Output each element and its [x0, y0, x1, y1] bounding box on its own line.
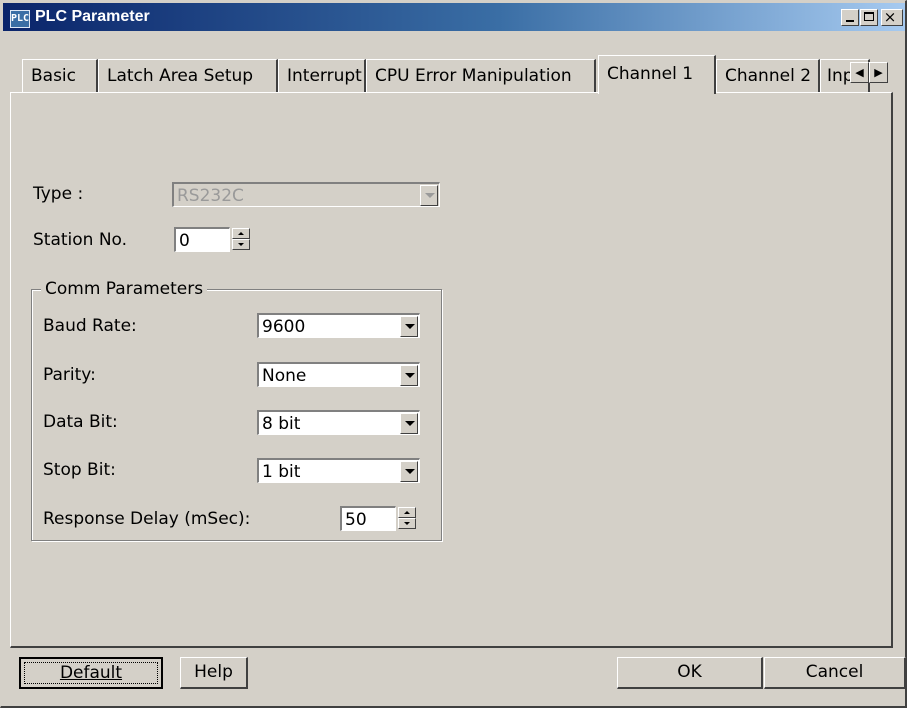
station-no-spinner[interactable] — [232, 228, 252, 252]
spin-down-button[interactable] — [398, 518, 416, 529]
tab-scroll-right-button[interactable]: ▶ — [869, 62, 888, 83]
response-delay-spinner[interactable] — [398, 507, 418, 531]
arrow-right-icon: ▶ — [874, 66, 883, 79]
chevron-down-icon — [405, 324, 415, 329]
maximize-button[interactable] — [860, 9, 878, 26]
cancel-button-label: Cancel — [805, 662, 864, 682]
tab-channel-2[interactable]: Channel 2 — [716, 59, 820, 92]
arrow-down-icon — [238, 243, 244, 246]
arrow-up-icon — [404, 511, 410, 514]
stop-bit-value: 1 bit — [262, 462, 301, 482]
spin-down-button[interactable] — [232, 239, 250, 250]
arrow-left-icon: ◀ — [855, 66, 864, 79]
type-dropdown-button — [420, 185, 438, 206]
tab-latch-area-setup[interactable]: Latch Area Setup — [98, 59, 278, 92]
data-bit-select[interactable]: 8 bit — [257, 410, 420, 435]
parity-value: None — [262, 366, 307, 386]
title-bar[interactable]: PLC PLC Parameter × — [3, 3, 905, 31]
comm-parameters-label: Comm Parameters — [41, 278, 208, 300]
tab-cpu-error-manipulation[interactable]: CPU Error Manipulation — [366, 59, 596, 92]
stop-bit-label: Stop Bit: — [43, 460, 116, 480]
window-title: PLC Parameter — [35, 8, 150, 25]
chevron-down-icon — [405, 373, 415, 378]
station-no-input[interactable]: 0 — [174, 227, 230, 252]
spin-up-button[interactable] — [232, 228, 250, 239]
cancel-button[interactable]: Cancel — [764, 657, 906, 689]
close-icon: × — [883, 8, 897, 26]
baud-rate-select[interactable]: 9600 — [257, 313, 420, 338]
station-no-value: 0 — [179, 231, 190, 251]
stop-bit-dropdown-button[interactable] — [400, 461, 418, 482]
spin-up-button[interactable] — [398, 507, 416, 518]
help-button[interactable]: Help — [180, 657, 248, 689]
arrow-down-icon — [404, 522, 410, 525]
tab-interrupt[interactable]: Interrupt — [278, 59, 366, 92]
baud-rate-value: 9600 — [262, 317, 306, 337]
type-combo: RS232C — [172, 182, 440, 207]
close-button[interactable]: × — [881, 9, 903, 26]
minimize-icon — [846, 20, 854, 22]
default-button[interactable]: Default — [19, 657, 163, 689]
stop-bit-select[interactable]: 1 bit — [257, 458, 420, 483]
parity-label: Parity: — [43, 365, 96, 385]
tab-basic[interactable]: Basic — [22, 59, 98, 92]
tab-channel-1[interactable]: Channel 1 — [598, 55, 716, 94]
parity-select[interactable]: None — [257, 362, 420, 387]
app-icon: PLC — [10, 10, 30, 28]
tab-scroll-left-button[interactable]: ◀ — [850, 62, 869, 83]
data-bit-dropdown-button[interactable] — [400, 413, 418, 434]
baud-rate-dropdown-button[interactable] — [400, 316, 418, 337]
response-delay-label: Response Delay (mSec): — [43, 509, 251, 529]
chevron-down-icon — [425, 193, 435, 198]
chevron-down-icon — [405, 469, 415, 474]
help-button-label: Help — [194, 662, 233, 682]
parity-dropdown-button[interactable] — [400, 365, 418, 386]
maximize-icon — [864, 12, 874, 21]
ok-button-label: OK — [677, 662, 702, 682]
station-no-label: Station No. — [33, 230, 128, 250]
response-delay-value: 50 — [345, 510, 367, 530]
ok-button[interactable]: OK — [617, 657, 763, 689]
data-bit-value: 8 bit — [262, 414, 301, 434]
baud-rate-label: Baud Rate: — [43, 316, 137, 336]
minimize-button[interactable] — [841, 9, 859, 26]
chevron-down-icon — [405, 421, 415, 426]
type-label: Type : — [33, 184, 84, 204]
arrow-up-icon — [238, 232, 244, 235]
data-bit-label: Data Bit: — [43, 412, 118, 432]
focus-rectangle — [24, 662, 158, 684]
type-value: RS232C — [177, 186, 244, 206]
response-delay-input[interactable]: 50 — [340, 506, 396, 531]
